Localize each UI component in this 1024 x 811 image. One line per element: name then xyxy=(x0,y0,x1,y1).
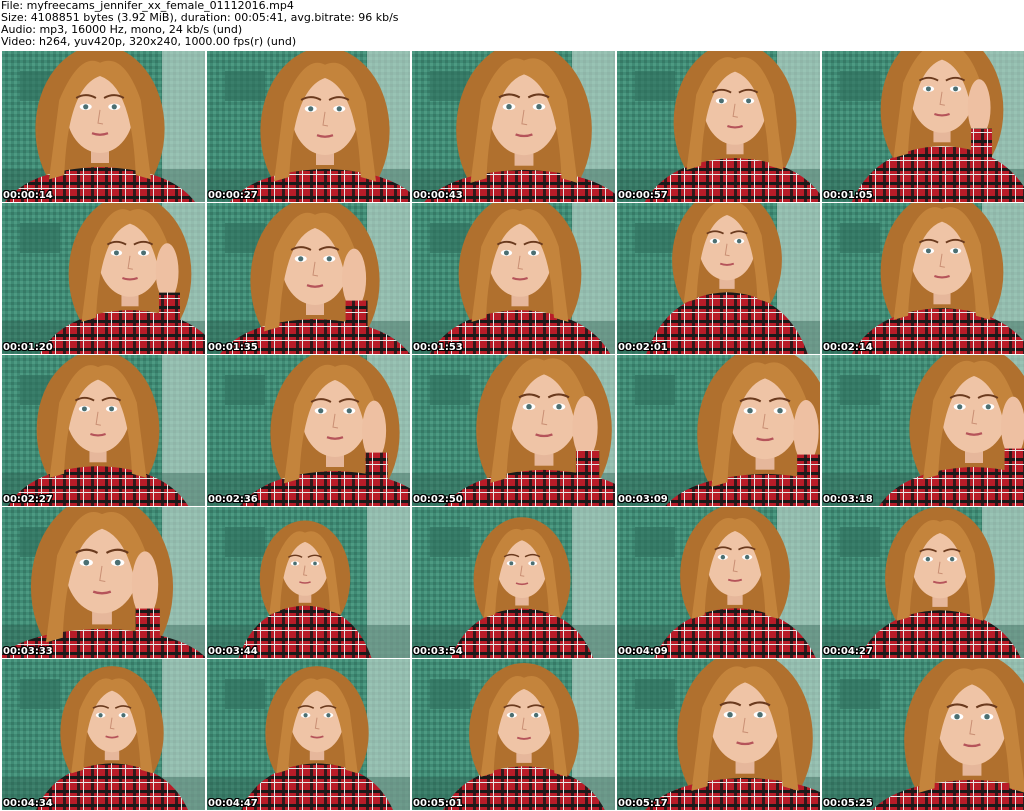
video-frame-thumbnail: 00:03:33 xyxy=(2,507,205,658)
video-frame-thumbnail: 00:01:53 xyxy=(412,203,615,354)
video-frame-thumbnail: 00:00:57 xyxy=(617,51,820,202)
frame-timestamp: 00:05:01 xyxy=(413,798,463,809)
frame-image xyxy=(207,659,410,810)
video-frame-thumbnail: 00:01:35 xyxy=(207,203,410,354)
frame-image xyxy=(207,51,410,202)
frame-timestamp: 00:00:14 xyxy=(3,190,53,201)
frame-image xyxy=(2,51,205,202)
frame-timestamp: 00:02:50 xyxy=(413,494,463,505)
frame-image xyxy=(412,507,615,658)
video-frame-thumbnail: 00:02:01 xyxy=(617,203,820,354)
frame-image xyxy=(207,355,410,506)
video-frame-thumbnail: 00:05:01 xyxy=(412,659,615,810)
frame-image xyxy=(2,203,205,354)
video-frame-thumbnail: 00:04:27 xyxy=(822,507,1024,658)
video-frame-thumbnail: 00:05:17 xyxy=(617,659,820,810)
frame-timestamp: 00:01:20 xyxy=(3,342,53,353)
video-frame-thumbnail: 00:03:09 xyxy=(617,355,820,506)
frame-image xyxy=(207,507,410,658)
frame-timestamp: 00:02:14 xyxy=(823,342,873,353)
video-info-line: Video: h264, yuv420p, 320x240, 1000.00 f… xyxy=(1,35,297,48)
video-frame-thumbnail: 00:00:43 xyxy=(412,51,615,202)
frame-timestamp: 00:03:09 xyxy=(618,494,668,505)
video-frame-thumbnail: 00:04:34 xyxy=(2,659,205,810)
frame-image xyxy=(617,507,820,658)
frame-image xyxy=(822,355,1024,506)
video-frame-thumbnail: 00:02:50 xyxy=(412,355,615,506)
frame-timestamp: 00:01:53 xyxy=(413,342,463,353)
frame-timestamp: 00:04:27 xyxy=(823,646,873,657)
file-info-header: File: myfreecams_jennifer_xx_female_0111… xyxy=(1,0,1021,50)
video-frame-thumbnail: 00:00:14 xyxy=(2,51,205,202)
frame-image xyxy=(412,355,615,506)
frame-timestamp: 00:03:44 xyxy=(208,646,258,657)
video-frame-thumbnail: 00:04:09 xyxy=(617,507,820,658)
frame-timestamp: 00:02:01 xyxy=(618,342,668,353)
thumbnail-grid: 00:00:14 00:00:27 00:00:43 00:00:57 00:01:05… xyxy=(2,51,1024,810)
frame-timestamp: 00:01:35 xyxy=(208,342,258,353)
frame-timestamp: 00:00:57 xyxy=(618,190,668,201)
frame-timestamp: 00:03:33 xyxy=(3,646,53,657)
frame-timestamp: 00:05:17 xyxy=(618,798,668,809)
video-frame-thumbnail: 00:04:47 xyxy=(207,659,410,810)
frame-timestamp: 00:03:18 xyxy=(823,494,873,505)
frame-timestamp: 00:03:54 xyxy=(413,646,463,657)
frame-image xyxy=(617,203,820,354)
frame-timestamp: 00:04:09 xyxy=(618,646,668,657)
video-frame-thumbnail: 00:03:44 xyxy=(207,507,410,658)
frame-image xyxy=(617,51,820,202)
frame-image xyxy=(207,203,410,354)
frame-timestamp: 00:00:27 xyxy=(208,190,258,201)
video-frame-thumbnail: 00:05:25 xyxy=(822,659,1024,810)
video-frame-thumbnail: 00:03:18 xyxy=(822,355,1024,506)
frame-image xyxy=(412,659,615,810)
video-frame-thumbnail: 00:02:36 xyxy=(207,355,410,506)
frame-timestamp: 00:04:34 xyxy=(3,798,53,809)
video-frame-thumbnail: 00:01:20 xyxy=(2,203,205,354)
frame-image xyxy=(822,203,1024,354)
frame-image xyxy=(412,51,615,202)
frame-timestamp: 00:04:47 xyxy=(208,798,258,809)
frame-image xyxy=(2,507,205,658)
video-frame-thumbnail: 00:02:14 xyxy=(822,203,1024,354)
frame-timestamp: 00:01:05 xyxy=(823,190,873,201)
frame-image xyxy=(822,507,1024,658)
frame-image xyxy=(822,659,1024,810)
frame-timestamp: 00:00:43 xyxy=(413,190,463,201)
frame-timestamp: 00:05:25 xyxy=(823,798,873,809)
frame-image xyxy=(822,51,1024,202)
video-frame-thumbnail: 00:00:27 xyxy=(207,51,410,202)
frame-timestamp: 00:02:36 xyxy=(208,494,258,505)
video-frame-thumbnail: 00:02:27 xyxy=(2,355,205,506)
frame-image xyxy=(617,355,820,506)
frame-image xyxy=(617,659,820,810)
frame-image xyxy=(2,355,205,506)
video-frame-thumbnail: 00:03:54 xyxy=(412,507,615,658)
frame-image xyxy=(2,659,205,810)
frame-image xyxy=(412,203,615,354)
frame-timestamp: 00:02:27 xyxy=(3,494,53,505)
video-frame-thumbnail: 00:01:05 xyxy=(822,51,1024,202)
